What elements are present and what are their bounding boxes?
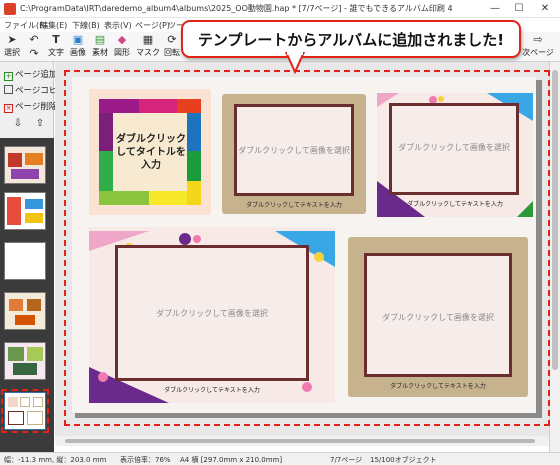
- page-thumbnail-4[interactable]: [4, 292, 46, 330]
- delete-page-button[interactable]: × ページ削除: [4, 100, 57, 114]
- maximize-button[interactable]: ☐: [508, 1, 530, 17]
- redo-icon: ↷: [29, 47, 39, 60]
- notification-callout: テンプレートからアルバムに追加されました!: [181, 20, 521, 58]
- image-tool-button[interactable]: ▣ 画像: [68, 33, 88, 61]
- page-thumbnail-1[interactable]: [4, 146, 46, 184]
- app-icon: [4, 3, 16, 15]
- cursor-icon: ➤: [7, 33, 17, 46]
- status-paper: A4 横 [297.0mm x 210.0mm]: [180, 456, 283, 464]
- mask-tool-button[interactable]: ▦ マスク: [136, 33, 160, 61]
- move-page-down-button[interactable]: ⇩: [10, 118, 26, 132]
- arrow-right-icon: ⇨: [533, 33, 543, 46]
- menu-view[interactable]: 表示(V): [104, 20, 132, 31]
- minimize-button[interactable]: —: [484, 1, 506, 17]
- material-tool-button[interactable]: ▤ 素材: [90, 33, 110, 61]
- undo-icon: ↶: [29, 33, 39, 46]
- menu-edit[interactable]: 編集(E): [40, 20, 67, 31]
- copy-icon: [4, 85, 13, 94]
- page-thumbnail-5[interactable]: [4, 342, 46, 380]
- rotate-tool-button[interactable]: ⟳ 回転: [162, 33, 182, 61]
- menu-page[interactable]: ページ(P): [135, 20, 170, 31]
- callout-tail: [284, 52, 306, 74]
- plus-icon: +: [4, 72, 13, 81]
- status-objects: 15/100オブジェクト: [370, 456, 437, 464]
- select-tool-button[interactable]: ➤ 選択: [2, 33, 22, 61]
- menu-underline[interactable]: 下線(B): [72, 20, 100, 31]
- material-icon: ▤: [94, 33, 106, 46]
- undo-redo-group[interactable]: ↶ ↷: [24, 33, 44, 61]
- horizontal-scroll-thumb[interactable]: [65, 439, 535, 443]
- shape-icon: ◆: [117, 33, 127, 46]
- mask-icon: ▦: [142, 33, 154, 46]
- text-icon: T: [52, 33, 60, 46]
- shape-tool-button[interactable]: ◆ 図形: [112, 33, 132, 61]
- vertical-scrollbar[interactable]: [549, 62, 560, 452]
- page-thumbnail-3[interactable]: [4, 242, 46, 280]
- delete-icon: ×: [4, 104, 13, 113]
- move-page-up-button[interactable]: ⇧: [32, 118, 48, 132]
- selected-thumbnail-highlight: [1, 389, 49, 433]
- page-thumbnail-list[interactable]: [0, 138, 54, 452]
- close-button[interactable]: ✕: [534, 1, 556, 17]
- add-page-button[interactable]: + ページ追加: [4, 68, 57, 82]
- title-bar: C:\ProgramData\IRT\daredemo_album4\album…: [0, 0, 560, 18]
- callout-text: テンプレートからアルバムに追加されました!: [197, 31, 505, 49]
- status-bar: 幅：-11.3 mm, 縦：203.0 mm 表示倍率：76% A4 横 [29…: [0, 452, 560, 465]
- image-icon: ▣: [72, 33, 84, 46]
- page-highlight: [64, 70, 550, 426]
- text-tool-button[interactable]: T 文字: [46, 33, 66, 61]
- page-thumbnail-2[interactable]: [4, 192, 46, 230]
- status-zoom: 表示倍率：76%: [120, 456, 171, 464]
- next-page-button[interactable]: ⇨ 次ページ: [520, 33, 556, 61]
- window-title: C:\ProgramData\IRT\daredemo_album4\album…: [20, 4, 453, 13]
- status-page: 7/7ページ: [330, 456, 363, 464]
- status-size: 幅：-11.3 mm, 縦：203.0 mm: [4, 456, 107, 464]
- horizontal-scrollbar[interactable]: [55, 436, 549, 446]
- rotate-icon: ⟳: [167, 33, 177, 46]
